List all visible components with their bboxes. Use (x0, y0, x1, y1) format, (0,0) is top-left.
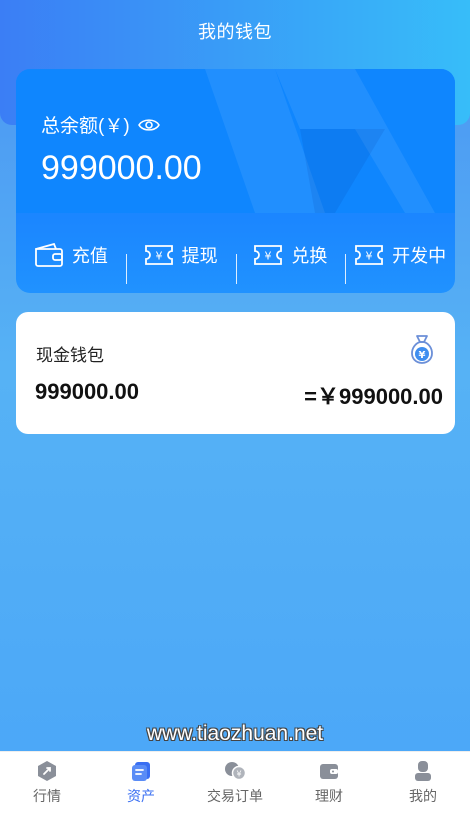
in-development-label: 开发中 (392, 246, 447, 266)
withdraw-label: 提现 (181, 246, 218, 266)
cash-wallet-card[interactable]: 现金钱包 ¥ 999000.00 =￥999000.00 (16, 312, 455, 434)
wallet-icon (34, 243, 63, 267)
eye-icon[interactable] (137, 117, 160, 133)
tab-market[interactable]: 行情 (0, 752, 94, 817)
svg-text:¥: ¥ (265, 250, 272, 263)
assets-icon (132, 762, 150, 781)
in-development-button[interactable]: ¥ 开发中 (345, 242, 455, 284)
balance-label-row: 总余额(￥) (41, 111, 160, 138)
watermark: www.tiaozhuan.net (146, 722, 324, 745)
svg-text:¥: ¥ (366, 250, 373, 263)
exchange-label: 兑换 (291, 246, 328, 266)
ticket-icon: ¥ (144, 245, 173, 265)
balance-label: 总余额(￥) (41, 116, 130, 137)
tab-assets-label: 资产 (127, 788, 155, 804)
svg-text:¥: ¥ (236, 770, 241, 779)
ticket-icon: ¥ (355, 245, 384, 265)
wallet-amount: 999000.00 (35, 379, 139, 404)
bottom-tab-bar: 行情 资产 ¥ 交易订单 理财 我的 (0, 751, 470, 817)
orders-icon: ¥ (225, 762, 246, 781)
wallet-icon (320, 764, 338, 779)
recharge-button[interactable]: 充值 (16, 242, 126, 268)
recharge-label: 充值 (71, 246, 108, 266)
svg-text:¥: ¥ (155, 250, 162, 263)
tab-orders-label: 交易订单 (207, 788, 263, 804)
action-row: 充值 ¥ 提现 ¥ 兑换 ¥ 开发中 (16, 229, 455, 284)
balance-card: 总余额(￥) 999000.00 充值 ¥ 提现 ¥ 兑换 ¥ 开发中 (16, 69, 455, 293)
user-icon (415, 761, 431, 781)
tab-orders[interactable]: ¥ 交易订单 (188, 752, 282, 817)
tab-assets[interactable]: 资产 (94, 752, 188, 817)
wallet-converted-amount: =￥999000.00 (304, 384, 443, 409)
tab-profile-label: 我的 (409, 788, 437, 804)
tab-profile[interactable]: 我的 (376, 752, 470, 817)
svg-text:¥: ¥ (419, 350, 426, 361)
money-bag-icon: ¥ (411, 335, 433, 364)
tab-market-label: 行情 (33, 788, 61, 804)
wallet-name: 现金钱包 (36, 346, 104, 365)
exchange-button[interactable]: ¥ 兑换 (235, 242, 346, 284)
page-title: 我的钱包 (198, 22, 272, 42)
balance-amount: 999000.00 (41, 149, 202, 187)
tab-finance[interactable]: 理财 (282, 752, 376, 817)
withdraw-button[interactable]: ¥ 提现 (125, 242, 236, 284)
card-logo-decoration (205, 69, 435, 213)
ticket-icon: ¥ (254, 245, 283, 265)
market-icon (38, 761, 56, 781)
tab-finance-label: 理财 (315, 788, 343, 804)
